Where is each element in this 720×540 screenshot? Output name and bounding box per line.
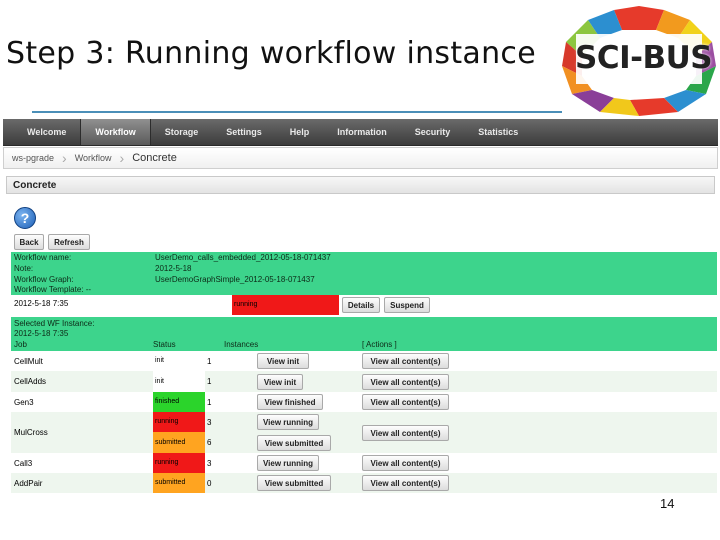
job-status: submitted	[153, 473, 205, 493]
column-job: Job	[14, 340, 27, 349]
slide-title: Step 3: Running workflow instance	[6, 36, 536, 71]
view-all-content-button[interactable]: View all content(s)	[362, 455, 449, 471]
workflow-info: Workflow name: UserDemo_calls_embedded_20…	[11, 252, 717, 295]
view-submitted-button[interactable]: View submitted	[257, 435, 331, 451]
workflow-name-value: UserDemo_calls_embedded_2012-05-18-07143…	[155, 253, 331, 262]
table-row: Gen3 finished 1 View finished View all c…	[11, 392, 717, 412]
workflow-graph-label: Workflow Graph:	[14, 275, 74, 284]
view-init-button[interactable]: View init	[257, 353, 309, 369]
table-row: CellAdds init 1 View init View all conte…	[11, 371, 717, 392]
menu-workflow[interactable]: Workflow	[80, 119, 151, 145]
selected-instance-date: 2012-5-18 7:35	[14, 329, 69, 338]
instance-date: 2012-5-18 7:35	[14, 299, 69, 308]
view-submitted-button[interactable]: View submitted	[257, 475, 331, 491]
column-instances: Instances	[224, 340, 259, 349]
table-row: MulCross running 3 View running submitte…	[11, 412, 717, 453]
menu-storage[interactable]: Storage	[151, 119, 213, 145]
job-status: finished	[153, 392, 205, 412]
view-all-content-button[interactable]: View all content(s)	[362, 394, 449, 410]
menu-welcome[interactable]: Welcome	[13, 119, 80, 145]
job-table: CellMult init 1 View init View all conte…	[11, 351, 717, 501]
menu-information[interactable]: Information	[323, 119, 401, 145]
note-value: 2012-5-18	[155, 264, 192, 273]
view-all-content-button[interactable]: View all content(s)	[362, 353, 449, 369]
portal-window: Welcome Workflow Storage Settings Help I…	[3, 119, 718, 505]
back-button[interactable]: Back	[14, 234, 44, 250]
menu-help[interactable]: Help	[276, 119, 324, 145]
job-name: AddPair	[14, 479, 43, 488]
job-status: init	[153, 351, 205, 371]
menu-settings[interactable]: Settings	[212, 119, 276, 145]
job-instance-count: 1	[207, 357, 212, 366]
view-running-button[interactable]: View running	[257, 414, 319, 430]
view-finished-button[interactable]: View finished	[257, 394, 323, 410]
job-name: MulCross	[14, 428, 48, 437]
selected-instance-header: Selected WF Instance: 2012-5-18 7:35 Job…	[11, 317, 717, 351]
job-instance-count: 1	[207, 377, 212, 386]
breadcrumb-concrete: Concrete	[132, 152, 177, 164]
main-menu: Welcome Workflow Storage Settings Help I…	[3, 119, 718, 146]
job-name: Call3	[14, 459, 33, 468]
details-button[interactable]: Details	[342, 297, 380, 313]
job-name: CellAdds	[14, 377, 47, 386]
job-status: init	[153, 371, 205, 392]
table-row: CellMult init 1 View init View all conte…	[11, 351, 717, 371]
view-all-content-button[interactable]: View all content(s)	[362, 425, 449, 441]
breadcrumb-workflow[interactable]: Workflow	[67, 153, 120, 163]
help-icon[interactable]: ?	[14, 207, 36, 229]
column-actions: [ Actions ]	[362, 340, 397, 349]
job-instance-count: 6	[207, 438, 212, 447]
job-name: CellMult	[14, 357, 43, 366]
table-row: AddPair submitted 0 View submitted View …	[11, 473, 717, 493]
breadcrumb: ws-pgrade › Workflow › Concrete	[3, 147, 718, 169]
table-row: Call3 running 3 View running View all co…	[11, 453, 717, 473]
menu-security[interactable]: Security	[401, 119, 465, 145]
job-status: running	[153, 412, 205, 432]
workflow-name-label: Workflow name:	[14, 253, 72, 262]
panel-title: Concrete	[6, 176, 715, 194]
job-status: submitted	[153, 432, 205, 453]
job-instance-count: 1	[207, 398, 212, 407]
workflow-template-label: Workflow Template: --	[14, 285, 92, 294]
page-number: 14	[660, 496, 675, 511]
suspend-button[interactable]: Suspend	[384, 297, 430, 313]
view-init-button[interactable]: View init	[257, 374, 303, 390]
refresh-button[interactable]: Refresh	[48, 234, 90, 250]
logo-text: SCI-BUS	[575, 40, 713, 76]
instance-status: running	[232, 295, 339, 315]
job-instance-count: 3	[207, 459, 212, 468]
job-status: running	[153, 453, 205, 473]
view-all-content-button[interactable]: View all content(s)	[362, 475, 449, 491]
breadcrumb-ws-pgrade[interactable]: ws-pgrade	[4, 153, 62, 163]
job-instance-count: 3	[207, 418, 212, 427]
job-instance-count: 0	[207, 479, 212, 488]
column-status: Status	[153, 340, 176, 349]
note-label: Note:	[14, 264, 34, 273]
workflow-graph-value: UserDemoGraphSimple_2012-05-18-071437	[155, 275, 315, 284]
job-name: Gen3	[14, 398, 34, 407]
instance-row: 2012-5-18 7:35 running Details Suspend	[11, 295, 717, 315]
menu-statistics[interactable]: Statistics	[464, 119, 532, 145]
title-underline	[32, 111, 562, 113]
view-all-content-button[interactable]: View all content(s)	[362, 374, 449, 390]
view-running-button[interactable]: View running	[257, 455, 319, 471]
